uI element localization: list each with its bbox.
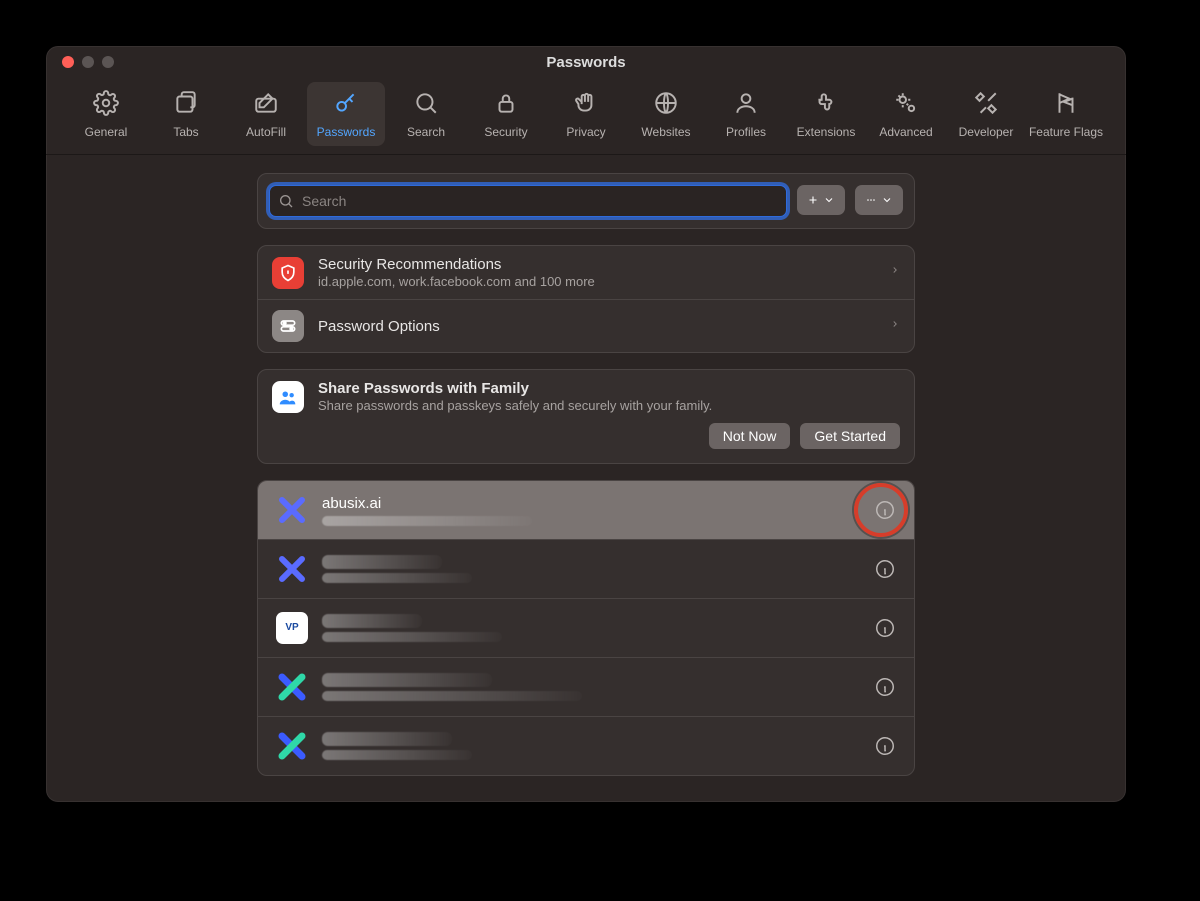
tab-extensions[interactable]: Extensions	[787, 82, 865, 146]
tab-passwords[interactable]: Passwords	[307, 82, 385, 146]
redacted-username	[322, 750, 472, 760]
tab-privacy[interactable]: Privacy	[547, 82, 625, 146]
site-name: abusix.ai	[322, 495, 860, 512]
search-input[interactable]	[300, 192, 778, 210]
hand-icon	[573, 90, 599, 121]
password-row[interactable]	[258, 539, 914, 598]
lock-icon	[493, 90, 519, 121]
site-favicon	[276, 671, 308, 703]
tab-label: AutoFill	[246, 125, 286, 139]
shield-alert-icon	[272, 257, 304, 289]
info-button[interactable]	[874, 558, 896, 580]
site-favicon: VP	[276, 612, 308, 644]
chevron-right-icon	[890, 263, 900, 282]
more-actions-button[interactable]	[855, 185, 903, 215]
redacted-username	[322, 573, 472, 583]
row-title: Password Options	[318, 318, 876, 335]
search-icon	[278, 193, 294, 209]
redacted-username	[322, 691, 582, 701]
tab-label: Websites	[641, 125, 690, 139]
tab-label: Developer	[959, 125, 1014, 139]
add-password-button[interactable]	[797, 185, 845, 215]
tabs-icon	[173, 90, 199, 121]
password-row[interactable]	[258, 716, 914, 775]
puzzle-icon	[813, 90, 839, 121]
tab-general[interactable]: General	[67, 82, 145, 146]
tools-icon	[973, 90, 999, 121]
tab-label: General	[85, 125, 128, 139]
chevron-down-icon	[823, 194, 835, 206]
share-subtitle: Share passwords and passkeys safely and …	[318, 398, 900, 413]
site-favicon	[276, 494, 308, 526]
gears-icon	[893, 90, 919, 121]
chevron-down-icon	[881, 194, 893, 206]
redacted-site	[322, 732, 452, 746]
globe-icon	[653, 90, 679, 121]
tab-label: Passwords	[317, 125, 376, 139]
tab-label: Feature Flags	[1029, 125, 1103, 139]
security-options-card: Security Recommendations id.apple.com, w…	[257, 245, 915, 353]
window-title: Passwords	[46, 54, 1126, 71]
tab-autofill[interactable]: AutoFill	[227, 82, 305, 146]
search-bar-card	[257, 173, 915, 229]
tab-label: Tabs	[173, 125, 198, 139]
site-favicon	[276, 553, 308, 585]
plus-icon	[807, 194, 819, 206]
search-icon	[413, 90, 439, 121]
tab-label: Profiles	[726, 125, 766, 139]
share-title: Share Passwords with Family	[318, 380, 900, 397]
tab-search[interactable]: Search	[387, 82, 465, 146]
tab-label: Advanced	[879, 125, 932, 139]
tab-security[interactable]: Security	[467, 82, 545, 146]
row-subtitle: id.apple.com, work.facebook.com and 100 …	[318, 274, 876, 289]
person-icon	[733, 90, 759, 121]
preferences-window: Passwords General Tabs AutoFill Password…	[46, 46, 1126, 802]
redacted-site	[322, 673, 492, 687]
tab-advanced[interactable]: Advanced	[867, 82, 945, 146]
info-button[interactable]	[874, 676, 896, 698]
redacted-site	[322, 555, 442, 569]
toggles-icon	[272, 310, 304, 342]
share-passwords-card: Share Passwords with Family Share passwo…	[257, 369, 915, 464]
tab-developer[interactable]: Developer	[947, 82, 1025, 146]
tab-profiles[interactable]: Profiles	[707, 82, 785, 146]
tab-label: Search	[407, 125, 445, 139]
pencil-card-icon	[253, 90, 279, 121]
tab-label: Security	[484, 125, 527, 139]
content-area: Security Recommendations id.apple.com, w…	[46, 155, 1126, 776]
tab-tabs[interactable]: Tabs	[147, 82, 225, 146]
preferences-toolbar: General Tabs AutoFill Passwords Search S…	[46, 78, 1126, 155]
key-icon	[333, 90, 359, 121]
redacted-site	[322, 614, 422, 628]
get-started-button[interactable]: Get Started	[800, 423, 900, 449]
password-row[interactable]: VP	[258, 598, 914, 657]
info-button[interactable]	[874, 735, 896, 757]
row-title: Security Recommendations	[318, 256, 876, 273]
search-field-wrapper[interactable]	[269, 185, 787, 217]
password-row[interactable]	[258, 657, 914, 716]
password-list: abusix.ai	[257, 480, 915, 776]
security-recommendations-row[interactable]: Security Recommendations id.apple.com, w…	[258, 246, 914, 299]
chevron-right-icon	[890, 317, 900, 336]
not-now-button[interactable]: Not Now	[709, 423, 791, 449]
gear-icon	[93, 90, 119, 121]
flags-icon	[1053, 90, 1079, 121]
redacted-username	[322, 632, 502, 642]
password-options-row[interactable]: Password Options	[258, 299, 914, 352]
redacted-username	[322, 516, 532, 526]
highlight-ring	[854, 483, 908, 537]
people-icon	[272, 381, 304, 413]
ellipsis-icon	[865, 194, 877, 206]
password-row[interactable]: abusix.ai	[258, 481, 914, 539]
site-favicon	[276, 730, 308, 762]
tab-label: Extensions	[797, 125, 856, 139]
tab-feature-flags[interactable]: Feature Flags	[1027, 82, 1105, 146]
titlebar: Passwords	[46, 46, 1126, 78]
info-button[interactable]	[874, 617, 896, 639]
tab-label: Privacy	[566, 125, 605, 139]
tab-websites[interactable]: Websites	[627, 82, 705, 146]
